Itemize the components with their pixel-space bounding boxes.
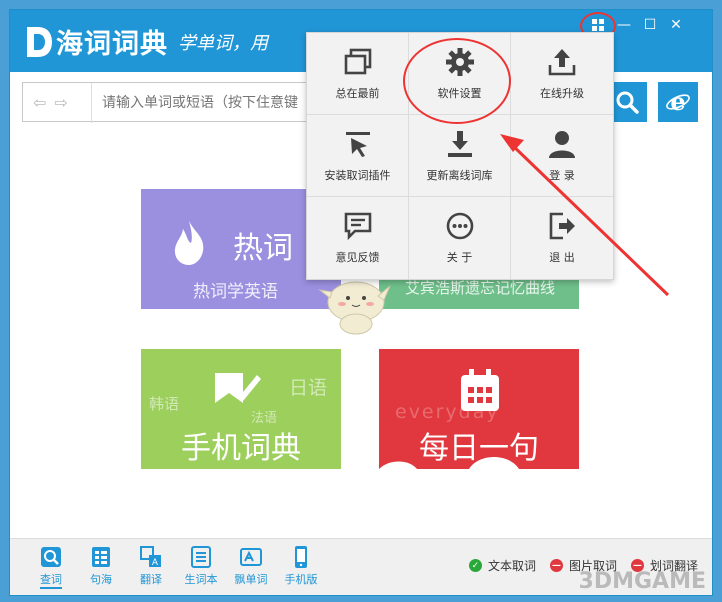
- nav-label: 飘单词: [234, 573, 268, 586]
- window-stack-icon: [344, 48, 371, 74]
- gear-icon: [445, 47, 474, 76]
- menu-login[interactable]: 登 录: [511, 115, 613, 197]
- float-word-icon: [240, 548, 262, 566]
- download-icon: [447, 130, 472, 157]
- text-capture-label: 文本取词: [487, 559, 536, 573]
- menu-item-label: 关 于: [446, 251, 473, 264]
- nav-translate[interactable]: A 翻译: [126, 545, 176, 589]
- logo-d-icon: [24, 25, 54, 59]
- menu-item-label: 软件设置: [437, 86, 482, 100]
- menu-feedback[interactable]: 意见反馈: [307, 197, 409, 279]
- cloud-decoration: [379, 457, 519, 469]
- notebook-icon: [191, 546, 211, 568]
- nav-mobile[interactable]: 手机版: [276, 545, 326, 589]
- toggle-text-capture[interactable]: ✓ 文本取词: [468, 557, 536, 574]
- main-menu-dropdown: 总在最前 软件设置 在线升级 安装取词插件 更新离线词库 登 录 意见反馈 关: [306, 32, 614, 280]
- menu-item-label: 在线升级: [540, 86, 584, 100]
- tile-hot-title: 热词: [233, 231, 293, 266]
- cursor-arrow-icon: [345, 131, 370, 157]
- menu-always-on-top[interactable]: 总在最前: [307, 33, 409, 115]
- close-button[interactable]: ✕: [663, 14, 689, 36]
- nav-sentences[interactable]: 句海: [76, 545, 126, 589]
- tile-hot-subtitle: 热词学英语: [193, 282, 278, 302]
- menu-item-label: 登 录: [549, 168, 575, 182]
- search-icon: [616, 91, 639, 114]
- upload-icon: [548, 48, 576, 75]
- maximize-button[interactable]: ☐: [637, 14, 663, 36]
- menu-about[interactable]: 关 于: [409, 197, 511, 279]
- nav-label: 句海: [90, 573, 112, 586]
- flame-icon: [174, 221, 204, 265]
- nav-vocab-book[interactable]: 生词本: [176, 545, 226, 589]
- ellipsis-circle-icon: [446, 212, 473, 240]
- back-arrow-icon[interactable]: ⇦: [33, 93, 46, 112]
- nav-label: 手机版: [284, 573, 318, 586]
- forward-arrow-icon[interactable]: ⇨: [54, 93, 67, 112]
- menu-item-label: 安装取词插件: [324, 168, 391, 182]
- grid-doc-icon: [92, 547, 110, 567]
- exit-icon: [549, 212, 575, 240]
- app-name: 海词词典: [56, 29, 168, 60]
- user-icon: [549, 130, 575, 158]
- disabled-icon: —: [549, 559, 563, 572]
- tile-phone-lang-japanese: 日语: [289, 377, 328, 399]
- svg-text:A: A: [152, 558, 159, 568]
- menu-online-upgrade[interactable]: 在线升级: [511, 33, 613, 115]
- nav-label: 生词本: [184, 573, 218, 586]
- bottom-bar: 查词 句海 A 翻译 生词本 飘单词 手机版 ✓ 文本取词 — 图片取词 — 划…: [10, 538, 712, 595]
- menu-settings[interactable]: 软件设置: [409, 33, 511, 115]
- nav-lookup[interactable]: 查词: [26, 545, 76, 589]
- menu-item-label: 意见反馈: [335, 251, 380, 264]
- menu-item-label: 更新离线词库: [426, 168, 493, 182]
- tile-curve-subtitle: 艾宾浩斯遗忘记忆曲线: [405, 279, 556, 297]
- menu-item-label: 退 出: [549, 251, 575, 264]
- tile-phone-lang-korean: 韩语: [149, 395, 180, 413]
- nav-label: 翻译: [140, 573, 162, 586]
- menu-update-offline-lexicon[interactable]: 更新离线词库: [409, 115, 511, 197]
- tile-daily-sentence[interactable]: everyday 每日一句: [379, 349, 579, 469]
- app-logo: 海词词典 学单词，用: [24, 22, 268, 61]
- app-window: 海词词典 学单词，用 — ☐ ✕ ⇦ ⇨ e 热词 热词学英语 艾宾浩斯遗忘记忆…: [9, 9, 713, 596]
- browser-button[interactable]: e: [658, 82, 698, 122]
- app-slogan: 学单词，用: [178, 32, 268, 54]
- translate-icon: A: [140, 546, 161, 568]
- history-nav: ⇦ ⇨: [33, 93, 68, 112]
- svg-text:e: e: [670, 89, 685, 115]
- menu-item-label: 总在最前: [335, 86, 380, 100]
- mascot-image: [318, 281, 391, 335]
- chat-bubble-icon: [344, 212, 371, 241]
- tile-phone-title: 手机词典: [181, 431, 301, 466]
- watermark: 3DMGAME: [578, 569, 706, 594]
- nav-float-words[interactable]: 飘单词: [226, 545, 276, 589]
- calendar-icon: [461, 369, 499, 411]
- pen-note-icon: [215, 373, 261, 403]
- nav-label: 查词: [40, 571, 62, 589]
- phone-icon: [295, 546, 307, 568]
- tile-mobile-dict[interactable]: 韩语 日语 法语 手机词典: [141, 349, 341, 469]
- ie-icon: e: [666, 89, 690, 115]
- menu-exit[interactable]: 退 出: [511, 197, 613, 279]
- check-icon: ✓: [468, 559, 482, 572]
- search-doc-icon: [41, 547, 61, 567]
- menu-install-plugin[interactable]: 安装取词插件: [307, 115, 409, 197]
- bottom-nav: 查词 句海 A 翻译 生词本 飘单词 手机版: [26, 545, 326, 589]
